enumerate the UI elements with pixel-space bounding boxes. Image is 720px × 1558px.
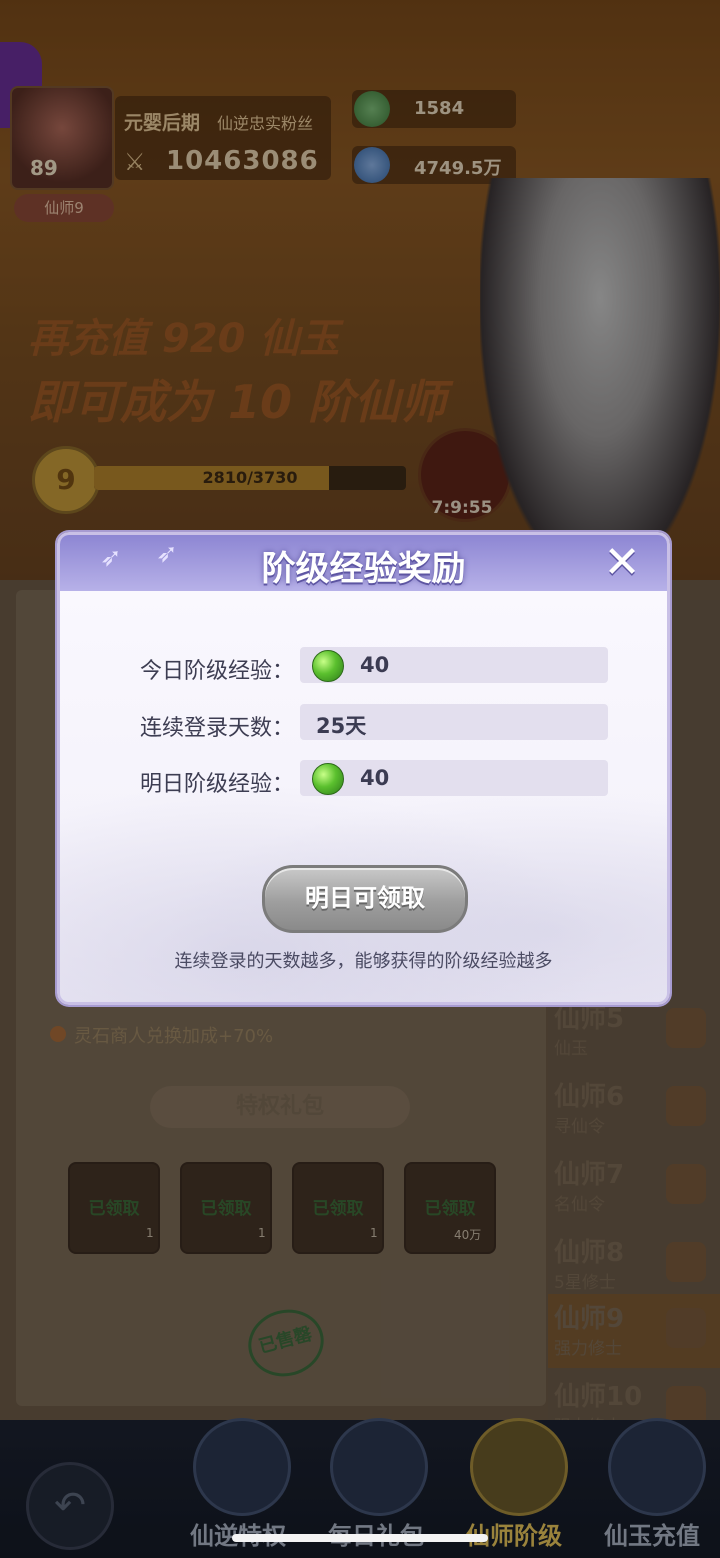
exp-gem-icon	[312, 763, 344, 795]
login-days-value: 25天	[316, 714, 367, 738]
today-exp-field: 40	[300, 647, 608, 683]
rank-exp-reward-dialog: ➶ ➶ 阶级经验奖励 ✕ 今日阶级经验： 40 连续登录天数： 25天 明日阶级…	[57, 532, 670, 1005]
tomorrow-exp-value: 40	[360, 766, 390, 790]
home-indicator[interactable]	[232, 1534, 488, 1542]
exp-gem-icon	[312, 650, 344, 682]
dialog-note: 连续登录的天数越多，能够获得的阶级经验越多	[174, 951, 553, 972]
login-days-label: 连续登录天数：	[139, 716, 294, 741]
today-exp-value: 40	[360, 653, 390, 677]
today-exp-label: 今日阶级经验：	[139, 659, 294, 684]
claim-tomorrow-button[interactable]: 明日可领取	[262, 865, 468, 933]
close-icon[interactable]: ✕	[600, 541, 644, 585]
tomorrow-exp-label: 明日阶级经验：	[139, 772, 294, 797]
claim-button-label: 明日可领取	[305, 884, 425, 912]
tomorrow-exp-field: 40	[300, 760, 608, 796]
login-days-field: 25天	[300, 704, 608, 740]
dialog-title: 阶级经验奖励	[261, 549, 466, 589]
